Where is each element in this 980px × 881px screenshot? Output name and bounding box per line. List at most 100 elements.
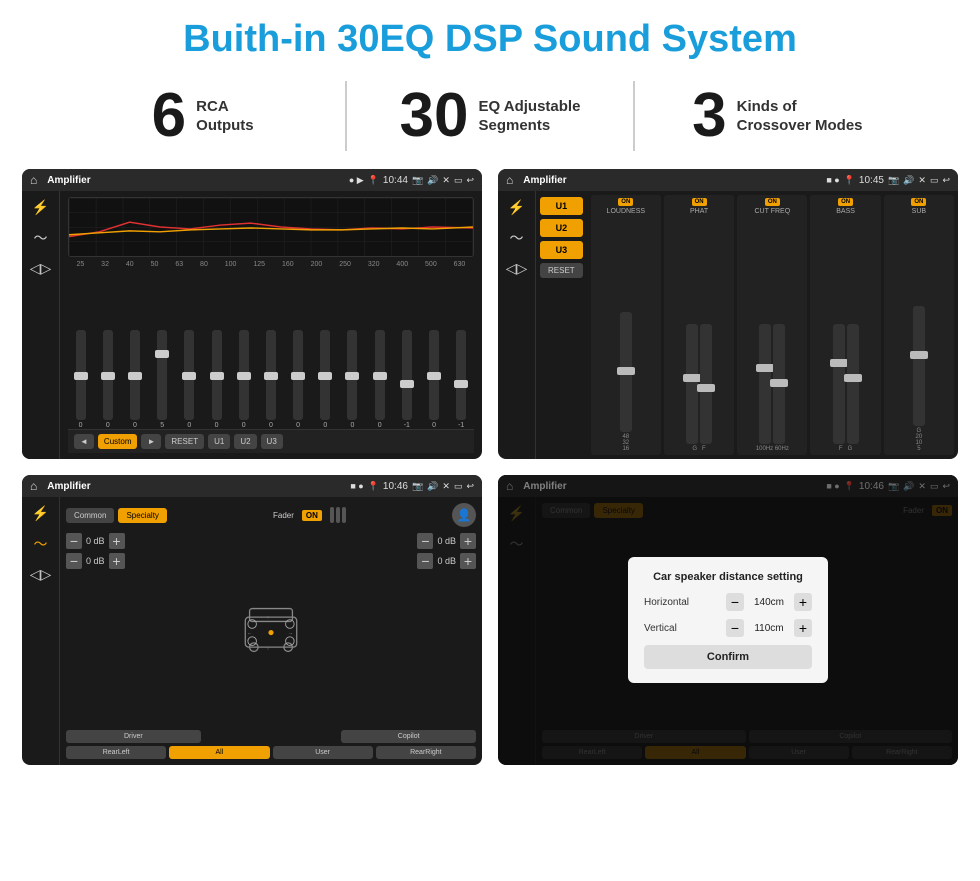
sub-slider-1[interactable]: [913, 306, 925, 426]
crossover-wave-icon[interactable]: 〜: [510, 228, 524, 248]
u3-button[interactable]: U3: [540, 241, 583, 259]
phat-slider-1[interactable]: [686, 324, 698, 444]
db-plus-4[interactable]: +: [460, 553, 476, 569]
slider-thumb-12[interactable]: [400, 380, 414, 388]
slider-track-6[interactable]: [239, 330, 249, 420]
slider-track-8[interactable]: [293, 330, 303, 420]
bass-slider-2[interactable]: [847, 324, 859, 444]
eq-reset-btn[interactable]: RESET: [165, 434, 204, 449]
speaker-back[interactable]: ↩: [466, 481, 474, 492]
eq-u3-btn[interactable]: U3: [261, 434, 283, 449]
crossover-reset-btn[interactable]: RESET: [540, 263, 583, 278]
speaker-filter-icon[interactable]: ⚡: [32, 505, 49, 522]
slider-thumb-6[interactable]: [237, 372, 251, 380]
db-minus-2[interactable]: −: [66, 553, 82, 569]
loudness-thumb-1[interactable]: [617, 367, 635, 375]
slider-track-3[interactable]: [157, 330, 167, 420]
sub-thumb-1[interactable]: [910, 351, 928, 359]
u2-button[interactable]: U2: [540, 219, 583, 237]
slider-track-1[interactable]: [103, 330, 113, 420]
bass-thumb-1[interactable]: [830, 359, 848, 367]
home-icon-3[interactable]: ⌂: [30, 479, 37, 493]
crossover-filter-icon[interactable]: ⚡: [508, 199, 525, 216]
db-minus-4[interactable]: −: [417, 553, 433, 569]
phat-thumb-2[interactable]: [697, 384, 715, 392]
slider-val-14: -1: [458, 422, 464, 429]
horizontal-plus-btn[interactable]: +: [794, 593, 812, 611]
slider-thumb-11[interactable]: [373, 372, 387, 380]
eq-speaker-icon[interactable]: ◁▷: [30, 260, 52, 277]
slider-thumb-10[interactable]: [345, 372, 359, 380]
slider-track-2[interactable]: [130, 330, 140, 420]
rearright-btn[interactable]: RearRight: [376, 746, 476, 759]
slider-track-10[interactable]: [347, 330, 357, 420]
u1-button[interactable]: U1: [540, 197, 583, 215]
confirm-button[interactable]: Confirm: [644, 645, 812, 669]
db-minus-3[interactable]: −: [417, 533, 433, 549]
rearleft-btn[interactable]: RearLeft: [66, 746, 166, 759]
all-btn[interactable]: All: [169, 746, 269, 759]
slider-track-7[interactable]: [266, 330, 276, 420]
slider-track-9[interactable]: [320, 330, 330, 420]
home-icon[interactable]: ⌂: [30, 173, 37, 187]
slider-thumb-8[interactable]: [291, 372, 305, 380]
eq-u1-btn[interactable]: U1: [208, 434, 230, 449]
specialty-tab[interactable]: Specialty: [118, 508, 166, 523]
eq-filter-icon[interactable]: ⚡: [32, 199, 49, 216]
slider-track-5[interactable]: [212, 330, 222, 420]
speaker-wave-icon[interactable]: 〜: [34, 534, 48, 554]
camera-icon: 📷: [412, 175, 423, 186]
loudness-slider-1[interactable]: [620, 312, 632, 432]
phat-slider-2[interactable]: [700, 324, 712, 444]
crossover-back[interactable]: ↩: [942, 175, 950, 186]
slider-thumb-13[interactable]: [427, 372, 441, 380]
slider-track-12[interactable]: [402, 330, 412, 420]
slider-thumb-1[interactable]: [101, 372, 115, 380]
user-btn[interactable]: User: [273, 746, 373, 759]
common-tab[interactable]: Common: [66, 508, 114, 523]
copilot-btn[interactable]: Copilot: [341, 730, 476, 743]
cutfreq-thumb-2[interactable]: [770, 379, 788, 387]
eq-play-btn[interactable]: ►: [141, 434, 161, 449]
crossover-speaker-icon[interactable]: ◁▷: [506, 260, 528, 277]
phat-thumb-1[interactable]: [683, 374, 701, 382]
eq-wave-icon[interactable]: 〜: [34, 228, 48, 248]
db-minus-1[interactable]: −: [66, 533, 82, 549]
slider-track-14[interactable]: [456, 330, 466, 420]
bass-slider-1[interactable]: [833, 324, 845, 444]
stat-eq-number: 30: [400, 85, 469, 147]
slider-thumb-2[interactable]: [128, 372, 142, 380]
home-icon-2[interactable]: ⌂: [506, 173, 513, 187]
slider-thumb-14[interactable]: [454, 380, 468, 388]
cutfreq-thumb-1[interactable]: [756, 364, 774, 372]
slider-thumb-4[interactable]: [182, 372, 196, 380]
slider-track-11[interactable]: [375, 330, 385, 420]
slider-thumb-7[interactable]: [264, 372, 278, 380]
vertical-minus-btn[interactable]: −: [726, 619, 744, 637]
back-icon[interactable]: ↩: [466, 175, 474, 186]
eq-time: 10:44: [383, 175, 408, 186]
vertical-plus-btn[interactable]: +: [794, 619, 812, 637]
slider-track-0[interactable]: [76, 330, 86, 420]
slider-thumb-3[interactable]: [155, 350, 169, 358]
db-plus-2[interactable]: +: [109, 553, 125, 569]
bass-thumb-2[interactable]: [844, 374, 862, 382]
speaker-speaker-icon[interactable]: ◁▷: [30, 566, 52, 583]
slider-track-13[interactable]: [429, 330, 439, 420]
horizontal-minus-btn[interactable]: −: [726, 593, 744, 611]
placeholder-btn: [204, 730, 339, 743]
eq-custom-btn[interactable]: Custom: [98, 434, 138, 449]
db-plus-1[interactable]: +: [109, 533, 125, 549]
eq-slider-7: 0: [266, 330, 276, 429]
db-plus-3[interactable]: +: [460, 533, 476, 549]
speaker-screen-card: ⌂ Amplifier ■ ● 📍 10:46 📷 🔊 ✕ ▭ ↩ ⚡ 〜: [22, 475, 482, 765]
profile-icon[interactable]: 👤: [452, 503, 476, 527]
slider-track-4[interactable]: [184, 330, 194, 420]
slider-thumb-9[interactable]: [318, 372, 332, 380]
cutfreq-slider-2[interactable]: [773, 324, 785, 444]
eq-prev-btn[interactable]: ◄: [74, 434, 94, 449]
driver-btn[interactable]: Driver: [66, 730, 201, 743]
eq-u2-btn[interactable]: U2: [234, 434, 256, 449]
slider-thumb-5[interactable]: [210, 372, 224, 380]
slider-thumb-0[interactable]: [74, 372, 88, 380]
